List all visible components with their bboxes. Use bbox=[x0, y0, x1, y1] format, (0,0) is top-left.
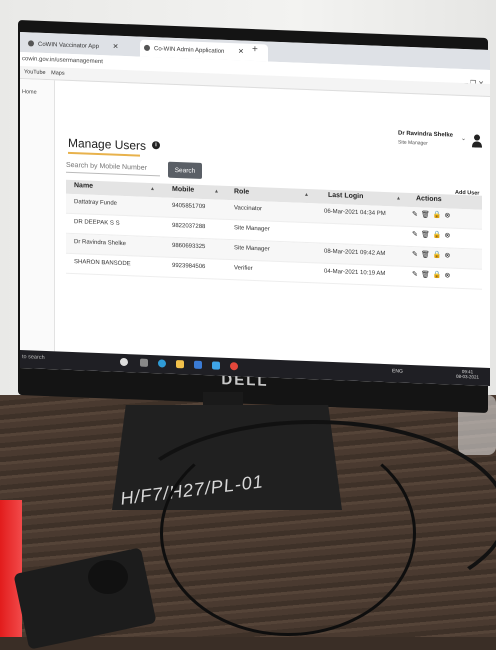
cell-role: Vaccinator bbox=[234, 205, 262, 213]
file-explorer-icon[interactable] bbox=[176, 359, 184, 369]
bookmark-youtube[interactable]: YouTube bbox=[24, 66, 46, 79]
delete-icon[interactable]: 🗑 bbox=[421, 271, 430, 279]
lock-icon[interactable]: 🔒 bbox=[433, 272, 442, 280]
user-remove-icon[interactable]: ⊗ bbox=[444, 212, 450, 220]
sidebar: Home bbox=[20, 79, 55, 353]
tab-label: CoWIN Vaccinator App bbox=[38, 41, 99, 51]
mouse bbox=[88, 560, 128, 594]
user-remove-icon[interactable]: ⊗ bbox=[444, 252, 450, 260]
cable bbox=[160, 430, 416, 636]
search-mobile-input[interactable] bbox=[66, 157, 160, 177]
users-table: Name ▲ Mobile ▲ Role ▲ Last Login ▲ Acti… bbox=[66, 179, 482, 290]
lock-icon[interactable]: 🔒 bbox=[433, 252, 442, 260]
avatar-icon[interactable] bbox=[472, 133, 482, 148]
close-icon[interactable]: ✕ bbox=[238, 48, 244, 55]
close-icon[interactable]: ✕ bbox=[113, 44, 119, 51]
new-tab-button[interactable]: + bbox=[252, 44, 258, 55]
sort-icon[interactable]: ▲ bbox=[150, 186, 155, 192]
cell-role: Verifier bbox=[234, 265, 253, 272]
cell-mobile: 9405851709 bbox=[172, 202, 206, 211]
cell-name: DR DEEPAK S S bbox=[74, 219, 120, 227]
sort-icon[interactable]: ▲ bbox=[214, 188, 219, 194]
cell-mobile: 9822037288 bbox=[172, 222, 206, 231]
edge-icon[interactable] bbox=[158, 359, 166, 368]
user-remove-icon[interactable]: ⊗ bbox=[444, 232, 450, 240]
cell-name: Dr Ravindra Shelke bbox=[74, 239, 127, 248]
cell-role: Site Manager bbox=[234, 245, 270, 253]
windows-search-icon[interactable] bbox=[120, 357, 128, 367]
cell-name: SHARON BANSODE bbox=[74, 259, 131, 268]
favicon-icon bbox=[28, 40, 34, 47]
chrome-icon[interactable] bbox=[230, 362, 238, 371]
cell-last-login: 04-Mar-2021 10:19 AM bbox=[324, 268, 386, 278]
sidebar-item-home[interactable]: Home bbox=[20, 79, 54, 96]
favicon-icon bbox=[144, 44, 150, 51]
clock-date: 08-03-2021 bbox=[456, 373, 480, 380]
edit-icon[interactable]: ✎ bbox=[412, 251, 418, 259]
sort-icon[interactable]: ▲ bbox=[304, 192, 309, 198]
tab-label: Co-WIN Admin Application bbox=[154, 46, 225, 55]
task-view-icon[interactable] bbox=[140, 358, 148, 367]
user-role: Site Manager bbox=[398, 139, 428, 147]
system-tray-language[interactable]: ENG bbox=[392, 368, 403, 374]
column-actions: Actions bbox=[416, 195, 442, 204]
cell-role: Site Manager bbox=[234, 225, 270, 233]
table-body: Dattatray Funde 9405851709 Vaccinator 06… bbox=[66, 193, 482, 290]
cell-name: Dattatray Funde bbox=[74, 199, 118, 207]
bookmark-maps[interactable]: Maps bbox=[51, 67, 64, 80]
column-mobile[interactable]: Mobile bbox=[172, 186, 194, 194]
lock-icon[interactable]: 🔒 bbox=[433, 232, 442, 240]
row-actions: ✎ 🗑 🔒 ⊗ bbox=[412, 211, 450, 220]
taskbar-search[interactable]: to search bbox=[22, 354, 45, 361]
row-actions: ✎ 🗑 🔒 ⊗ bbox=[412, 271, 450, 280]
edit-icon[interactable]: ✎ bbox=[412, 271, 418, 279]
title-underline bbox=[68, 151, 140, 157]
row-actions: ✎ 🗑 🔒 ⊗ bbox=[412, 231, 450, 240]
monitor-screen: CoWIN Vaccinator App ✕ Co-WIN Admin Appl… bbox=[20, 32, 490, 387]
delete-icon[interactable]: 🗑 bbox=[421, 251, 430, 259]
cell-mobile: 9923984506 bbox=[172, 262, 206, 271]
store-icon[interactable] bbox=[194, 360, 202, 369]
search-button[interactable]: Search bbox=[168, 161, 202, 179]
column-name[interactable]: Name bbox=[74, 182, 93, 190]
cell-last-login: 06-Mar-2021 04:34 PM bbox=[324, 208, 386, 218]
row-actions: ✎ 🗑 🔒 ⊗ bbox=[412, 251, 450, 260]
page-title: Manage Users bbox=[68, 135, 147, 153]
user-remove-icon[interactable]: ⊗ bbox=[444, 272, 450, 280]
edit-icon[interactable]: ✎ bbox=[412, 211, 418, 219]
lock-icon[interactable]: 🔒 bbox=[433, 212, 442, 220]
cell-last-login: 08-Mar-2021 09:42 AM bbox=[324, 248, 386, 258]
chevron-down-icon[interactable]: ⌄ bbox=[461, 135, 466, 142]
red-object bbox=[0, 500, 22, 637]
cell-mobile: 9860693325 bbox=[172, 242, 206, 251]
taskbar-clock[interactable]: 09:41 08-03-2021 bbox=[456, 369, 479, 380]
column-role[interactable]: Role bbox=[234, 188, 249, 196]
delete-icon[interactable]: 🗑 bbox=[421, 231, 430, 239]
user-name[interactable]: Dr Ravindra Shelke bbox=[398, 131, 453, 139]
info-icon[interactable]: i bbox=[152, 141, 160, 150]
sort-icon[interactable]: ▲ bbox=[396, 195, 401, 201]
delete-icon[interactable]: 🗑 bbox=[421, 211, 430, 219]
column-last-login[interactable]: Last Login bbox=[328, 192, 363, 200]
edit-icon[interactable]: ✎ bbox=[412, 231, 418, 239]
mail-icon[interactable] bbox=[212, 361, 220, 370]
